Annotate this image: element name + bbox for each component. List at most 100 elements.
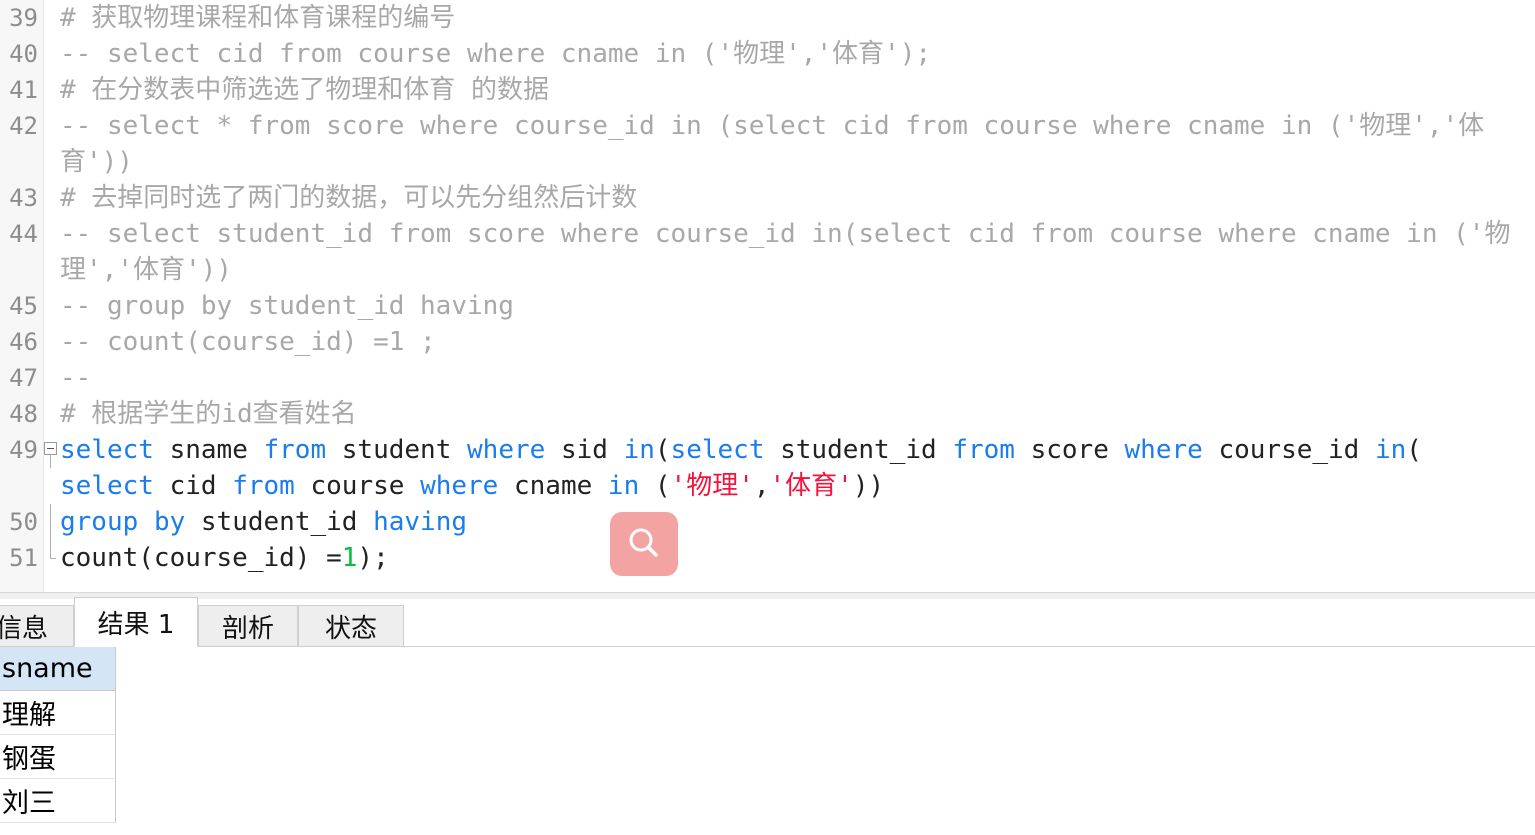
result-tab-bar: 信息 结果 1 剖析 状态 (0, 597, 1535, 647)
code-token-pln: ); (357, 543, 389, 573)
result-tab-0[interactable]: 信息 (0, 605, 74, 646)
code-editor[interactable]: 39 # 获取物理课程和体育课程的编号 40 -- select cid from c… (0, 0, 1535, 592)
code-token-pln (138, 507, 154, 537)
code-line-text: select sname from student where sid in(s… (57, 432, 1535, 504)
line-number: 48 (9, 400, 38, 428)
line-number: 41 (9, 76, 38, 104)
code-token-kw: having (373, 507, 468, 537)
code-token-pln: student (326, 435, 468, 465)
code-token-str: '体育' (769, 471, 853, 501)
code-token-cmt: -- (60, 363, 92, 393)
result-grid[interactable]: sname 理解 钢蛋 刘三 (0, 647, 1535, 835)
code-token-cmt: # 根据学生的id查看姓名 (60, 399, 357, 429)
code-token-kw: select (670, 435, 765, 465)
code-token-pln: cid (153, 471, 233, 501)
code-line-text: # 去掉同时选了两门的数据，可以先分组然后计数 (57, 180, 1535, 216)
code-token-pln: ( (1406, 435, 1422, 465)
code-token-pln: cname (498, 471, 608, 501)
code-token-pln: course_id (1202, 435, 1375, 465)
code-line-text: # 获取物理课程和体育课程的编号 (57, 0, 1535, 36)
code-token-cmt: -- group by student_id having (60, 291, 514, 321)
code-token-kw: from (263, 435, 327, 465)
fold-column (44, 180, 57, 216)
fold-column (44, 0, 57, 36)
code-token-cmt: -- select * from score where course_id i… (60, 111, 1485, 177)
code-token-kw: from (952, 435, 1015, 465)
code-line[interactable]: 43 # 去掉同时选了两门的数据，可以先分组然后计数 (0, 180, 1535, 216)
code-line-text: -- select cid from course where cname in… (57, 36, 1535, 72)
fold-column (44, 396, 57, 432)
result-tab-1[interactable]: 结果 1 (74, 597, 198, 647)
line-number: 47 (9, 364, 38, 392)
line-number: 44 (9, 220, 38, 248)
search-icon-button[interactable] (610, 512, 678, 576)
code-line[interactable]: 51 count(course_id) =1); (0, 540, 1535, 576)
panel-splitter[interactable] (0, 592, 1535, 599)
code-token-kw: where (467, 435, 546, 465)
code-token-pln: student_id (185, 507, 374, 537)
fold-guide-line (50, 504, 51, 540)
code-line[interactable]: 45 -- group by student_id having (0, 288, 1535, 324)
code-line-text: -- select student_id from score where co… (57, 216, 1535, 288)
code-line[interactable]: 40 -- select cid from course where cname … (0, 36, 1535, 72)
grid-header-cell[interactable]: sname (0, 647, 116, 691)
line-number: 45 (9, 292, 38, 320)
search-icon (629, 528, 658, 557)
line-number: 51 (9, 544, 38, 572)
code-token-pln: sname (153, 435, 264, 465)
fold-guide-line (50, 455, 51, 468)
grid-empty-area (116, 647, 1535, 835)
code-token-kw: from (232, 471, 295, 501)
code-token-kw: group (60, 507, 139, 537)
result-tab-label: 剖析 (221, 613, 274, 644)
code-token-pln: )) (852, 471, 885, 501)
code-token-kw: where (1124, 435, 1203, 465)
code-line[interactable]: 41 # 在分数表中筛选选了物理和体育 的数据 (0, 72, 1535, 108)
grid-column-sname: sname 理解 钢蛋 刘三 (0, 647, 116, 823)
grid-data-cell[interactable]: 理解 (0, 691, 116, 735)
code-line[interactable]: 46 -- count(course_id) =1 ; (0, 324, 1535, 360)
fold-column (44, 72, 57, 108)
line-number: 46 (9, 328, 38, 356)
fold-column (44, 324, 57, 360)
code-token-kw: select (60, 471, 154, 501)
code-token-kw: in (1374, 435, 1407, 465)
code-token-pln: score (1014, 435, 1125, 465)
grid-data-cell[interactable]: 刘三 (0, 779, 116, 823)
code-token-pln: , (753, 471, 770, 501)
code-token-str: '物理' (670, 471, 754, 501)
fold-column (44, 36, 57, 72)
line-number: 43 (9, 184, 38, 212)
code-token-kw: in (607, 471, 640, 501)
code-line-text: -- count(course_id) =1 ; (57, 324, 1535, 360)
sql-editor-window: 39 # 获取物理课程和体育课程的编号 40 -- select cid from c… (0, 0, 1535, 835)
code-token-pln: ( (654, 435, 671, 465)
code-line-text: -- select * from score where course_id i… (57, 108, 1535, 180)
result-tab-label: 状态 (324, 613, 377, 644)
fold-column (44, 108, 57, 144)
fold-column (44, 360, 57, 396)
fold-collapse-icon[interactable] (44, 442, 57, 455)
code-token-cmt: # 获取物理课程和体育课程的编号 (60, 3, 456, 33)
fold-column (44, 288, 57, 324)
code-text-area[interactable]: 39 # 获取物理课程和体育课程的编号 40 -- select cid from c… (0, 0, 1535, 592)
code-line[interactable]: 48 # 根据学生的id查看姓名 (0, 396, 1535, 432)
code-line[interactable]: 39 # 获取物理课程和体育课程的编号 (0, 0, 1535, 36)
code-line[interactable]: 49 select sname from student where sid in… (0, 432, 1535, 504)
fold-column[interactable] (44, 432, 57, 504)
code-line[interactable]: 50 group by student_id having (0, 504, 1535, 540)
result-tab-label: 信息 (0, 613, 48, 644)
line-number: 49 (9, 436, 38, 464)
code-token-kw: select (60, 435, 154, 465)
code-line[interactable]: 44 -- select student_id from score where … (0, 216, 1535, 288)
code-token-pln: sid (545, 435, 624, 465)
grid-data-cell[interactable]: 钢蛋 (0, 735, 116, 779)
result-tab-3[interactable]: 状态 (298, 605, 404, 646)
code-token-cmt: # 去掉同时选了两门的数据，可以先分组然后计数 (60, 183, 638, 213)
code-line[interactable]: 47 -- (0, 360, 1535, 396)
code-line[interactable]: 42 -- select * from score where course_id… (0, 108, 1535, 180)
code-token-kw: in (623, 435, 655, 465)
line-number: 40 (9, 40, 38, 68)
result-tab-2[interactable]: 剖析 (198, 605, 298, 646)
code-token-cmt: -- select student_id from score where co… (60, 219, 1511, 285)
